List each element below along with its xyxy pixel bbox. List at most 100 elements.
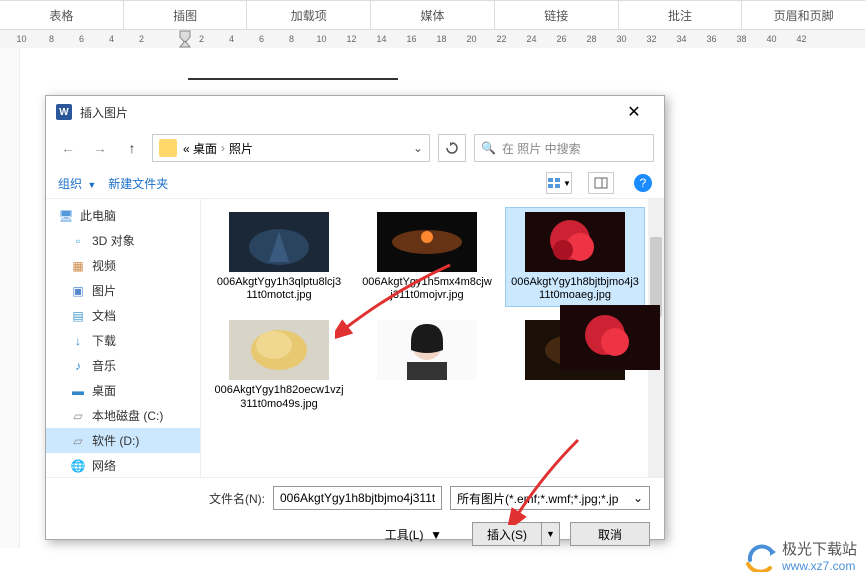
sidebar-item-downloads[interactable]: ↓ 下载 [46,328,200,353]
breadcrumb-sep: › [221,141,225,155]
text-underline [188,78,398,80]
nav-up-icon[interactable]: ↑ [120,136,144,160]
sidebar-label: 桌面 [92,382,116,399]
cube-icon: ▫ [70,233,86,249]
nav-back-icon[interactable]: ← [56,136,80,160]
ribbon-tab-links[interactable]: 链接 [494,1,618,30]
ribbon-tab-addins[interactable]: 加载项 [246,1,370,30]
file-item-selected[interactable]: 006AkgtYgy1h8bjtbjmo4j311t0moaeg.jpg [505,207,645,307]
refresh-button[interactable] [438,134,466,162]
nav-row: ← → ↑ « 桌面 › 照片 ⌄ 🔍 在 照片 中搜索 [46,128,664,168]
disk-icon: ▱ [70,408,86,424]
sidebar-label: 文档 [92,307,116,324]
dialog-titlebar: W 插入图片 ✕ [46,96,664,128]
insert-dropdown[interactable]: ▼ [542,522,560,546]
sidebar-label: 本地磁盘 (C:) [92,407,163,424]
picture-icon: ▣ [70,283,86,299]
nav-forward-icon[interactable]: → [88,136,112,160]
sidebar-label: 3D 对象 [92,232,135,249]
ribbon-tab-table[interactable]: 表格 [0,1,123,30]
file-item[interactable]: 006AkgtYgy1h3qlptu8lcj311t0motct.jpg [209,207,349,307]
sidebar-label: 图片 [92,282,116,299]
thumbnail [377,212,477,272]
sidebar-item-music[interactable]: ♪ 音乐 [46,353,200,378]
address-bar[interactable]: « 桌面 › 照片 ⌄ [152,134,430,162]
network-icon: 🌐 [70,458,86,474]
view-mode-button[interactable]: ▼ [546,172,572,194]
breadcrumb-part2[interactable]: 照片 [229,140,253,157]
insert-button[interactable]: 插入(S) [472,522,542,546]
breadcrumb-part1[interactable]: « 桌面 [183,140,217,157]
sidebar-label: 音乐 [92,357,116,374]
sidebar-item-disk-c[interactable]: ▱ 本地磁盘 (C:) [46,403,200,428]
filename-input[interactable] [273,486,442,510]
file-item[interactable]: 006AkgtYgy1h5mx4m8cjwj311t0mojvr.jpg [357,207,497,307]
ribbon-tab-media[interactable]: 媒体 [370,1,494,30]
address-dropdown-icon[interactable]: ⌄ [413,141,423,155]
close-button[interactable]: ✕ [614,98,654,126]
search-placeholder: 在 照片 中搜索 [502,140,581,157]
left-margin [0,48,20,548]
sidebar-item-network[interactable]: 🌐 网络 [46,453,200,477]
file-name: 006AkgtYgy1h3qlptu8lcj311t0motct.jpg [214,276,344,302]
preview-thumbnail [560,305,660,370]
file-name: 006AkgtYgy1h8bjtbjmo4j311t0moaeg.jpg [510,276,640,302]
thumbnail [377,320,477,380]
sidebar: 🖥 此电脑 ▫ 3D 对象 ▦ 视频 ▣ 图片 ▤ 文档 ↓ 下载 ♪ 音乐 ▬ 桌面 ▱ 本地磁… [46,199,201,477]
document-icon: ▤ [70,308,86,324]
file-item[interactable]: 006AkgtYgy1h82oecw1vzj311t0mo49s.jpg [209,315,349,415]
watermark-name: 极光下载站 [782,538,857,559]
sidebar-item-thispc[interactable]: 🖥 此电脑 [46,203,200,228]
sidebar-item-disk-d[interactable]: ▱ 软件 (D:) [46,428,200,453]
sidebar-label: 下载 [92,332,116,349]
music-icon: ♪ [70,358,86,374]
dialog-title-text: 插入图片 [80,104,614,121]
toolbar-row: 组织 ▼ 新建文件夹 ▼ ? [46,168,664,198]
desktop-icon: ▬ [70,383,86,399]
filename-label: 文件名(N): [209,490,265,507]
ribbon-tab-comments[interactable]: 批注 [618,1,742,30]
thumbnail [525,212,625,272]
sidebar-label: 视频 [92,257,116,274]
ribbon-tab-insert[interactable]: 插图 [123,1,247,30]
help-button[interactable]: ? [634,174,652,192]
sidebar-label: 软件 (D:) [92,432,139,449]
ribbon-tab-headerfooter[interactable]: 页眉和页脚 [741,1,865,30]
search-input[interactable]: 🔍 在 照片 中搜索 [474,134,654,162]
ribbon-tabs: 表格 插图 加载项 媒体 链接 批注 页眉和页脚 [0,0,865,30]
file-filter-select[interactable]: 所有图片(*.emf;*.wmf;*.jpg;*.jp⌄ [450,486,650,510]
sidebar-label: 网络 [92,457,116,474]
refresh-icon [445,141,459,155]
organize-button[interactable]: 组织 ▼ [58,175,96,192]
search-icon: 🔍 [481,141,496,155]
pc-icon: 🖥 [58,208,74,224]
folder-icon [159,139,177,157]
button-row: 工具(L) ▼ 插入(S) ▼ 取消 [46,518,664,556]
cancel-button[interactable]: 取消 [570,522,650,546]
download-icon: ↓ [70,333,86,349]
ruler: 1086422468101214161820222426283032343638… [0,30,865,48]
filename-row: 文件名(N): 所有图片(*.emf;*.wmf;*.jpg;*.jp⌄ [46,478,664,518]
thumbnail [229,320,329,380]
file-name: 006AkgtYgy1h5mx4m8cjwj311t0mojvr.jpg [362,276,492,302]
file-name: 006AkgtYgy1h82oecw1vzj311t0mo49s.jpg [214,384,344,410]
file-item[interactable] [357,315,497,415]
sidebar-label: 此电脑 [80,207,116,224]
sidebar-item-pictures[interactable]: ▣ 图片 [46,278,200,303]
video-icon: ▦ [70,258,86,274]
word-icon: W [56,104,72,120]
indent-marker-icon[interactable] [178,29,192,49]
watermark-url: www.xz7.com [782,559,857,573]
sidebar-item-video[interactable]: ▦ 视频 [46,253,200,278]
sidebar-item-3d[interactable]: ▫ 3D 对象 [46,228,200,253]
tools-button[interactable]: 工具(L) ▼ [385,526,442,543]
new-folder-button[interactable]: 新建文件夹 [108,175,168,192]
disk-icon: ▱ [70,433,86,449]
thumbnail [229,212,329,272]
preview-pane-button[interactable] [588,172,614,194]
sidebar-item-documents[interactable]: ▤ 文档 [46,303,200,328]
watermark-logo-icon [744,540,776,572]
sidebar-item-desktop[interactable]: ▬ 桌面 [46,378,200,403]
insert-button-group: 插入(S) ▼ [472,522,560,546]
watermark: 极光下载站 www.xz7.com [744,538,857,573]
